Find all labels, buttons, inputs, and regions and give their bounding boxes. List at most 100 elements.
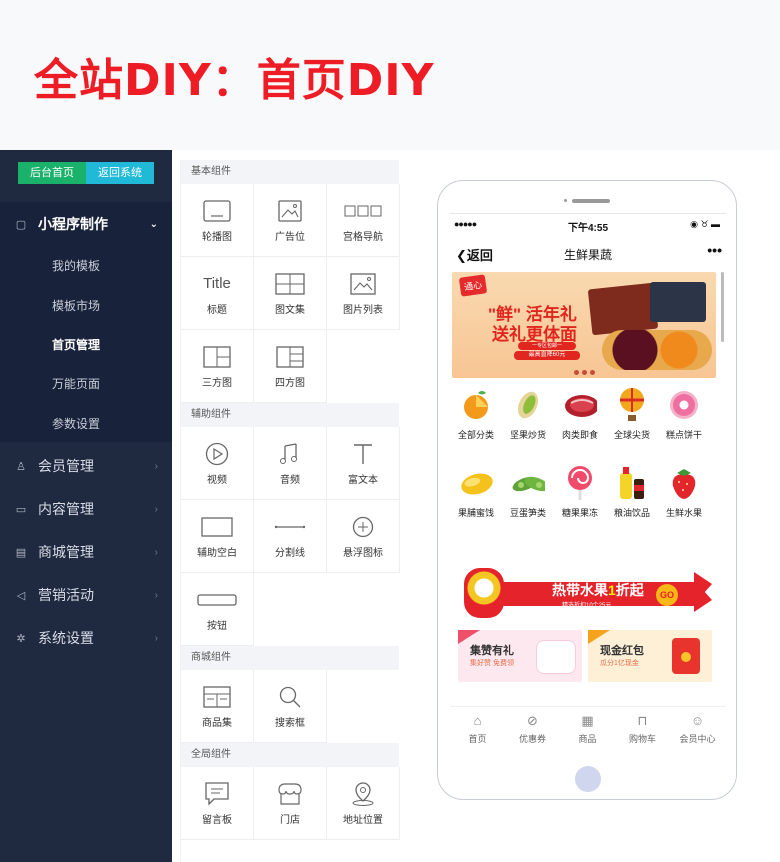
- smile-icon: ☺: [690, 713, 705, 728]
- menu-miniprogram[interactable]: ▢ 小程序制作 ⌄: [0, 204, 172, 244]
- sub-item-universal-page[interactable]: 万能页面: [52, 364, 100, 404]
- phone-screen: ●●●●● 下午4:55 ◉ ♉ ▬ ❮返回 生鲜果蔬 ••• 通心 "鲜" 活…: [450, 213, 726, 763]
- sub-item-template-market[interactable]: 模板市场: [52, 286, 100, 326]
- comp-blank[interactable]: 辅助空白: [181, 500, 254, 573]
- comp-richtext[interactable]: 富文本: [327, 427, 400, 500]
- promo-go-button[interactable]: GO: [656, 584, 678, 606]
- category-item[interactable]: 全部分类: [450, 388, 502, 441]
- comp-search-box[interactable]: 搜索框: [254, 670, 327, 743]
- tab-member[interactable]: ☺ 会员中心: [670, 707, 725, 754]
- card-cash-redpacket[interactable]: 现金红包 瓜分1亿现金: [588, 630, 712, 682]
- category-label: 坚果炒货: [509, 430, 546, 440]
- pistachio-icon: [511, 388, 545, 422]
- menu-mall[interactable]: ▤ 商城管理 ›: [0, 532, 172, 572]
- section-mall: 商城组件: [181, 646, 399, 670]
- more-icon[interactable]: •••: [707, 242, 722, 258]
- mango-icon: [459, 466, 493, 500]
- category-label: 肉类即食: [561, 430, 598, 440]
- tab-label: 购物车: [628, 734, 656, 744]
- megaphone-icon: ◁: [16, 589, 26, 602]
- category-item[interactable]: 豆蛋笋类: [502, 466, 554, 519]
- hero-tag-free-shipping: 一专区包邮一: [518, 342, 576, 350]
- category-item[interactable]: 糖果果冻: [554, 466, 606, 519]
- brand-logo: 通心: [458, 274, 488, 297]
- comp-audio[interactable]: 音频: [254, 427, 327, 500]
- menu-label: 系统设置: [38, 630, 94, 646]
- carousel-dots: [574, 370, 595, 375]
- comp-product-set[interactable]: 商品集: [181, 670, 254, 743]
- comp-label: 按钮: [207, 620, 227, 632]
- comp-label: 图文集: [275, 304, 305, 316]
- promo-subtext: 精选折扣10个25元: [562, 603, 612, 609]
- menu-marketing[interactable]: ◁ 营销活动 ›: [0, 575, 172, 615]
- comp-label: 轮播图: [202, 231, 232, 243]
- compass-icon: ⊘: [527, 713, 538, 728]
- comp-ad[interactable]: 广告位: [254, 184, 327, 257]
- comp-four-grid[interactable]: 四方图: [254, 330, 327, 403]
- menu-content[interactable]: ▭ 内容管理 ›: [0, 489, 172, 529]
- comp-message-board[interactable]: 留言板: [181, 767, 254, 840]
- category-item[interactable]: 全球尖货: [606, 388, 658, 441]
- category-item[interactable]: 糕点饼干: [658, 388, 710, 441]
- comp-label: 商品集: [202, 717, 232, 729]
- comp-image-list[interactable]: 图片列表: [327, 257, 400, 330]
- comp-label: 标题: [207, 304, 227, 316]
- scrollbar[interactable]: [721, 272, 724, 342]
- comp-grid-nav[interactable]: 宫格导航: [327, 184, 400, 257]
- plus-circle-icon: [352, 514, 374, 540]
- search-icon: [278, 684, 302, 710]
- tab-cart[interactable]: ⊓ 购物车: [615, 707, 670, 754]
- comp-label: 富文本: [348, 474, 378, 486]
- comp-label: 视频: [207, 474, 227, 486]
- monitor-icon: ▭: [15, 503, 27, 516]
- menu-settings[interactable]: ✲ 系统设置 ›: [0, 618, 172, 658]
- card-subtitle: 集好赞 免费领: [470, 660, 514, 667]
- admin-home-button[interactable]: 后台首页: [18, 162, 86, 184]
- comp-label: 宫格导航: [343, 231, 383, 243]
- comp-store[interactable]: 门店: [254, 767, 327, 840]
- category-item[interactable]: 粮油饮品: [606, 466, 658, 519]
- comp-carousel[interactable]: 轮播图: [181, 184, 254, 257]
- title-text-icon: Title: [203, 275, 231, 292]
- divider-icon: [273, 514, 307, 540]
- card-title: 集赞有礼: [470, 645, 514, 657]
- comp-label: 门店: [280, 814, 300, 826]
- category-item[interactable]: 肉类即食: [554, 388, 606, 441]
- category-item[interactable]: 坚果炒货: [502, 388, 554, 441]
- hero-carousel[interactable]: 通心 "鲜" 活年礼 送礼更体面 一专区包邮一 最高直降60元: [452, 272, 716, 378]
- comp-title[interactable]: Title 标题: [181, 257, 254, 330]
- comp-image-text[interactable]: 图文集: [254, 257, 327, 330]
- square-icon: ▢: [15, 218, 27, 231]
- comp-label: 辅助空白: [197, 547, 237, 559]
- menu-members[interactable]: ♙ 会员管理 ›: [0, 446, 172, 486]
- store-icon: [277, 781, 303, 807]
- strawberry-icon: [667, 466, 701, 500]
- return-system-button[interactable]: 返回系统: [86, 162, 154, 184]
- sub-item-home-manage[interactable]: 首页管理: [52, 325, 100, 365]
- comp-label: 图片列表: [343, 304, 383, 316]
- comp-divider[interactable]: 分割线: [254, 500, 327, 573]
- comp-label: 四方图: [275, 377, 305, 389]
- menu-label: 商城管理: [38, 544, 94, 560]
- comp-location[interactable]: 地址位置: [327, 767, 400, 840]
- comp-button[interactable]: 按钮: [181, 573, 254, 646]
- tab-home[interactable]: ⌂ 首页: [450, 707, 505, 754]
- lollipop-icon: [563, 466, 597, 500]
- tab-coupons[interactable]: ⊘ 优惠券: [505, 707, 560, 754]
- category-item[interactable]: 生鲜水果: [658, 466, 710, 519]
- card-collect-likes[interactable]: 集赞有礼 集好赞 免费领: [458, 630, 582, 682]
- phone-home-button[interactable]: [575, 766, 601, 792]
- menu-label: 小程序制作: [38, 216, 108, 232]
- sub-item-my-templates[interactable]: 我的模板: [52, 246, 100, 286]
- comp-video[interactable]: 视频: [181, 427, 254, 500]
- comp-float-icon[interactable]: 悬浮图标: [327, 500, 400, 573]
- carousel-icon: [203, 198, 231, 224]
- phone-camera: [564, 199, 567, 202]
- sub-item-params[interactable]: 参数设置: [52, 404, 100, 444]
- tab-products[interactable]: ▦ 商品: [560, 707, 615, 754]
- promo-decoration: [694, 572, 712, 612]
- category-item[interactable]: 果脯蜜饯: [450, 466, 502, 519]
- promo-banner[interactable]: 热带水果1折起 精选折扣10个25元 GO: [458, 562, 714, 624]
- comp-three-grid[interactable]: 三方图: [181, 330, 254, 403]
- chevron-right-icon: ›: [154, 632, 158, 644]
